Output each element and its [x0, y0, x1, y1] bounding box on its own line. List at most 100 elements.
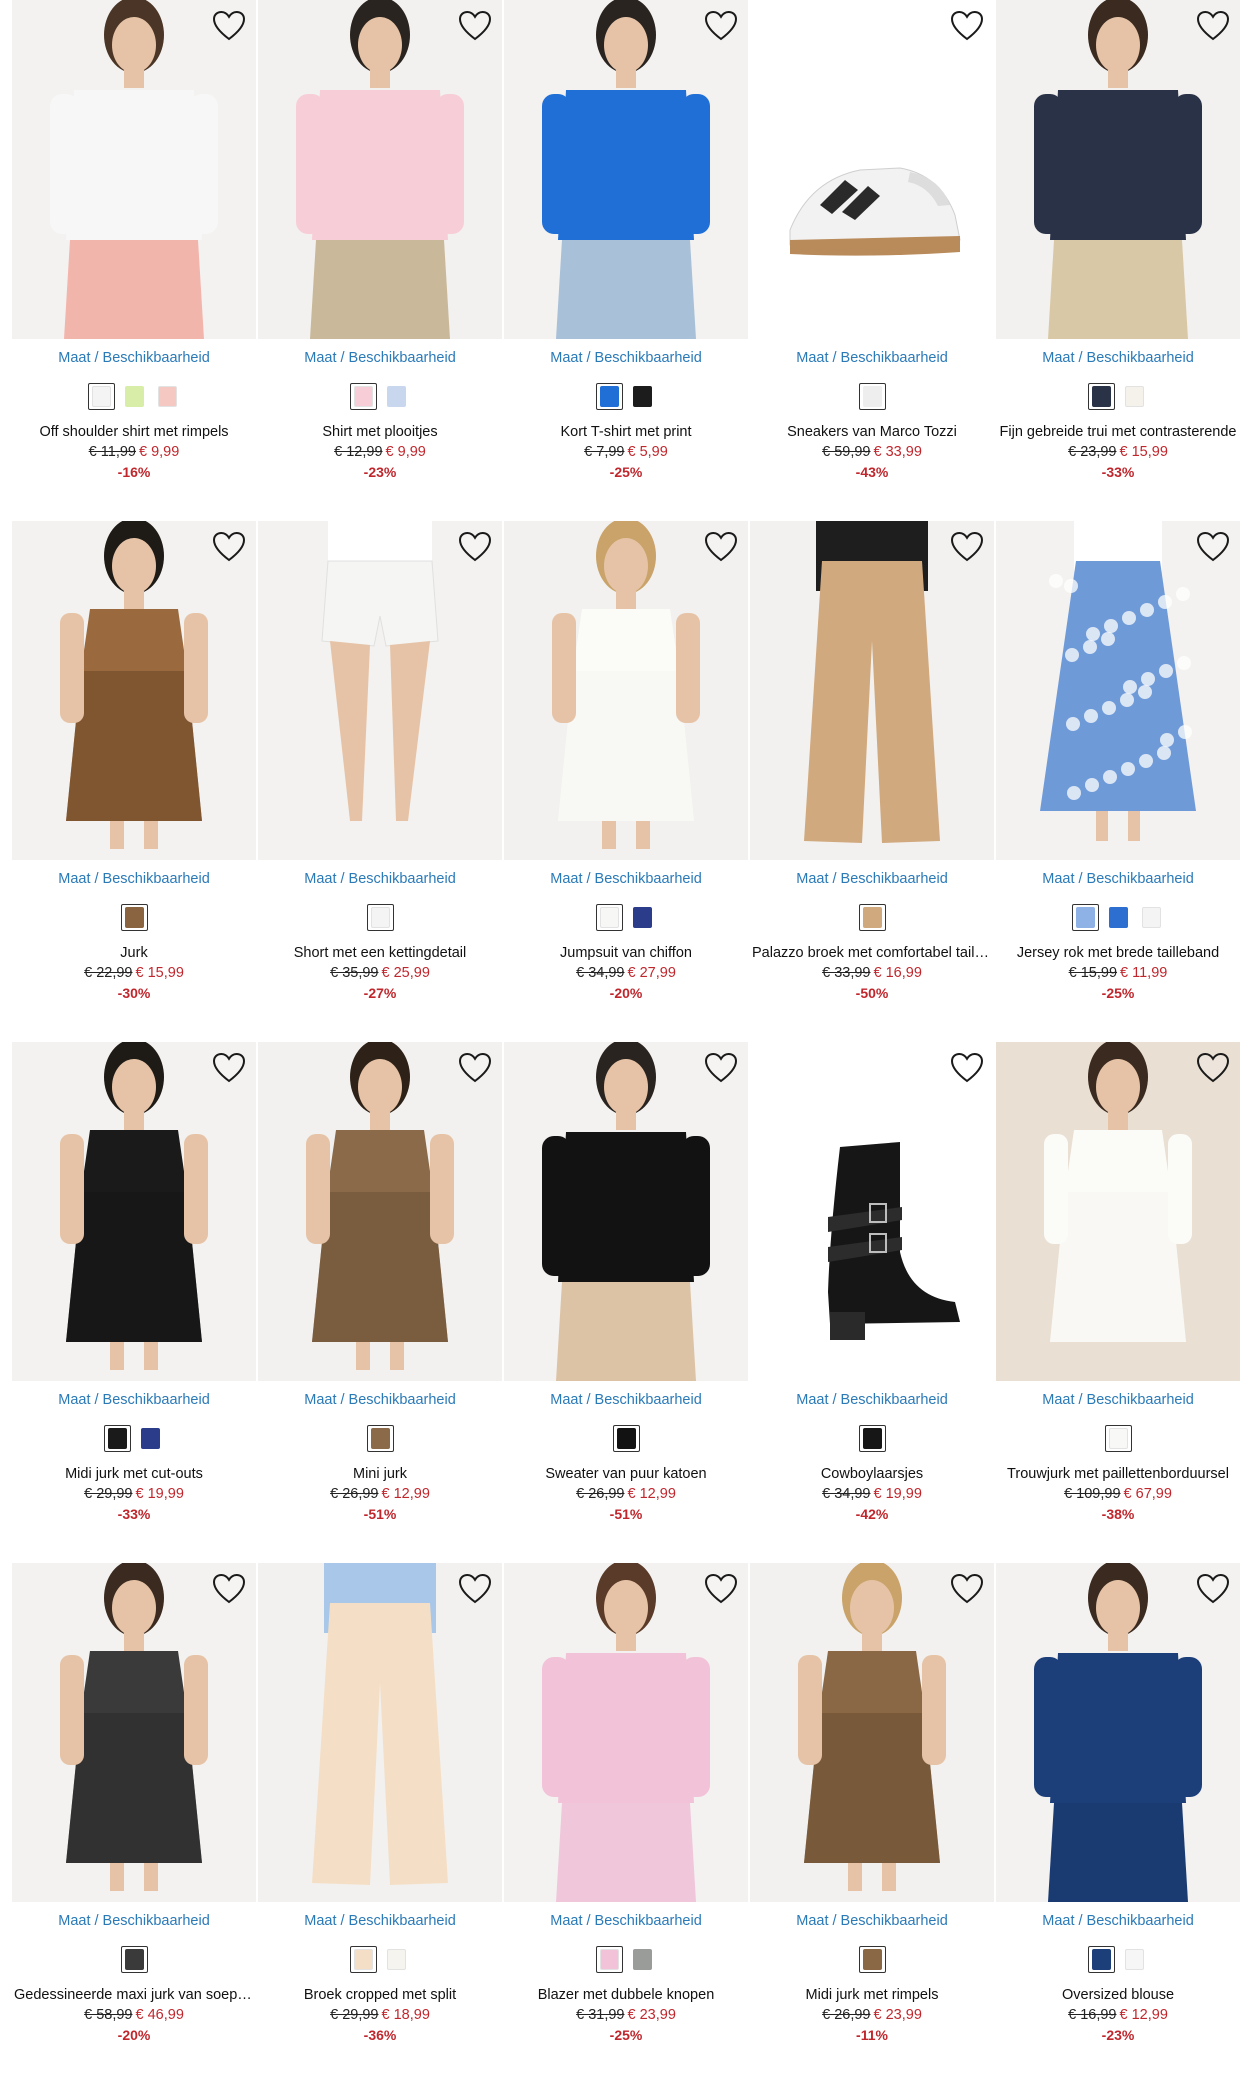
product-card[interactable]: Maat / Beschikbaarheid Jurk € 22,99 € 15,99… [12, 521, 256, 1031]
product-image[interactable] [12, 0, 256, 339]
product-name[interactable]: Midi jurk met cut-outs [12, 1466, 256, 1482]
wishlist-heart-icon[interactable] [950, 531, 984, 563]
product-name[interactable]: Palazzo broek met comfortabel tailleband [750, 945, 994, 961]
product-image[interactable] [996, 1042, 1240, 1381]
product-card[interactable]: Maat / Beschikbaarheid Oversized blouse € … [996, 1563, 1240, 2073]
product-name[interactable]: Short met een kettingdetail [258, 945, 502, 961]
product-name[interactable]: Kort T-shirt met print [504, 424, 748, 440]
product-card[interactable]: Maat / Beschikbaarheid Sweater van puur k… [504, 1042, 748, 1552]
product-card[interactable]: Maat / Beschikbaarheid Palazzo broek met … [750, 521, 994, 1031]
wishlist-heart-icon[interactable] [950, 1573, 984, 1605]
product-name[interactable]: Oversized blouse [996, 1987, 1240, 2003]
product-card[interactable]: Maat / Beschikbaarheid Trouwjurk met pail… [996, 1042, 1240, 1552]
product-image[interactable] [258, 0, 502, 339]
size-availability-link[interactable]: Maat / Beschikbaarheid [504, 1392, 748, 1408]
product-image[interactable] [258, 1042, 502, 1381]
color-swatch[interactable] [596, 383, 623, 410]
color-swatch[interactable] [121, 383, 148, 410]
size-availability-link[interactable]: Maat / Beschikbaarheid [12, 1392, 256, 1408]
product-card[interactable]: Maat / Beschikbaarheid Cowboylaarsjes € 34… [750, 1042, 994, 1552]
color-swatch[interactable] [858, 1946, 886, 1973]
wishlist-heart-icon[interactable] [704, 1052, 738, 1084]
size-availability-link[interactable]: Maat / Beschikbaarheid [12, 350, 256, 366]
wishlist-heart-icon[interactable] [704, 10, 738, 42]
product-card[interactable]: Maat / Beschikbaarheid Midi jurk met cut-… [12, 1042, 256, 1552]
wishlist-heart-icon[interactable] [1196, 1573, 1230, 1605]
color-swatch[interactable] [596, 904, 623, 931]
color-swatch[interactable] [629, 904, 656, 931]
wishlist-heart-icon[interactable] [1196, 1052, 1230, 1084]
product-image[interactable] [504, 0, 748, 339]
wishlist-heart-icon[interactable] [950, 1052, 984, 1084]
product-card[interactable]: Maat / Beschikbaarheid Blazer met dubbele… [504, 1563, 748, 2073]
product-card[interactable]: Maat / Beschikbaarheid Broek cropped met … [258, 1563, 502, 2073]
size-availability-link[interactable]: Maat / Beschikbaarheid [504, 871, 748, 887]
wishlist-heart-icon[interactable] [212, 1052, 246, 1084]
size-availability-link[interactable]: Maat / Beschikbaarheid [750, 1913, 994, 1929]
size-availability-link[interactable]: Maat / Beschikbaarheid [996, 1392, 1240, 1408]
color-swatch[interactable] [858, 904, 886, 931]
product-name[interactable]: Jumpsuit van chiffon [504, 945, 748, 961]
color-swatch[interactable] [154, 383, 181, 410]
wishlist-heart-icon[interactable] [458, 1052, 492, 1084]
color-swatch[interactable] [366, 1425, 394, 1452]
color-swatch[interactable] [137, 1425, 164, 1452]
product-card[interactable]: Maat / Beschikbaarheid Short met een kett… [258, 521, 502, 1031]
wishlist-heart-icon[interactable] [212, 10, 246, 42]
product-card[interactable]: Maat / Beschikbaarheid Midi jurk met rimp… [750, 1563, 994, 2073]
product-image[interactable] [504, 1563, 748, 1902]
product-name[interactable]: Cowboylaarsjes [750, 1466, 994, 1482]
product-card[interactable]: Maat / Beschikbaarheid Gedessineerde maxi… [12, 1563, 256, 2073]
color-swatch[interactable] [629, 1946, 656, 1973]
wishlist-heart-icon[interactable] [458, 531, 492, 563]
product-image[interactable] [504, 521, 748, 860]
color-swatch[interactable] [120, 904, 148, 931]
wishlist-heart-icon[interactable] [704, 1573, 738, 1605]
size-availability-link[interactable]: Maat / Beschikbaarheid [12, 1913, 256, 1929]
product-card[interactable]: Maat / Beschikbaarheid Shirt met plooitje… [258, 0, 502, 510]
wishlist-heart-icon[interactable] [1196, 10, 1230, 42]
color-swatch[interactable] [87, 383, 115, 410]
product-card[interactable]: Maat / Beschikbaarheid Fijn gebreide trui… [996, 0, 1240, 510]
color-swatch[interactable] [383, 383, 410, 410]
wishlist-heart-icon[interactable] [458, 1573, 492, 1605]
product-card[interactable]: Maat / Beschikbaarheid Mini jurk € 26,99 € … [258, 1042, 502, 1552]
product-name[interactable]: Jurk [12, 945, 256, 961]
product-image[interactable] [258, 521, 502, 860]
color-swatch[interactable] [596, 1946, 623, 1973]
color-swatch[interactable] [350, 383, 377, 410]
product-card[interactable]: Maat / Beschikbaarheid Sneakers van Marco… [750, 0, 994, 510]
product-image[interactable] [258, 1563, 502, 1902]
color-swatch[interactable] [1088, 383, 1115, 410]
color-swatch[interactable] [612, 1425, 640, 1452]
product-card[interactable]: Maat / Beschikbaarheid Kort T-shirt met p… [504, 0, 748, 510]
product-card[interactable]: Maat / Beschikbaarheid Jersey rok met bre… [996, 521, 1240, 1031]
product-image[interactable] [750, 1563, 994, 1902]
size-availability-link[interactable]: Maat / Beschikbaarheid [258, 871, 502, 887]
product-name[interactable]: Off shoulder shirt met rimpels [12, 424, 256, 440]
size-availability-link[interactable]: Maat / Beschikbaarheid [996, 350, 1240, 366]
color-swatch[interactable] [858, 1425, 886, 1452]
product-name[interactable]: Trouwjurk met paillettenborduursel [996, 1466, 1240, 1482]
product-name[interactable]: Blazer met dubbele knopen [504, 1987, 748, 2003]
size-availability-link[interactable]: Maat / Beschikbaarheid [750, 1392, 994, 1408]
color-swatch[interactable] [366, 904, 394, 931]
color-swatch[interactable] [1121, 1946, 1148, 1973]
wishlist-heart-icon[interactable] [212, 531, 246, 563]
color-swatch[interactable] [858, 383, 886, 410]
product-image[interactable] [996, 0, 1240, 339]
color-swatch[interactable] [350, 1946, 377, 1973]
wishlist-heart-icon[interactable] [950, 10, 984, 42]
product-name[interactable]: Fijn gebreide trui met contrasterende [996, 424, 1240, 440]
product-name[interactable]: Midi jurk met rimpels [750, 1987, 994, 2003]
product-name[interactable]: Shirt met plooitjes [258, 424, 502, 440]
wishlist-heart-icon[interactable] [212, 1573, 246, 1605]
wishlist-heart-icon[interactable] [704, 531, 738, 563]
product-name[interactable]: Broek cropped met split [258, 1987, 502, 2003]
product-image[interactable] [12, 1042, 256, 1381]
product-name[interactable]: Sneakers van Marco Tozzi [750, 424, 994, 440]
color-swatch[interactable] [1104, 1425, 1132, 1452]
product-image[interactable] [12, 521, 256, 860]
color-swatch[interactable] [1138, 904, 1165, 931]
product-name[interactable]: Jersey rok met brede tailleband [996, 945, 1240, 961]
